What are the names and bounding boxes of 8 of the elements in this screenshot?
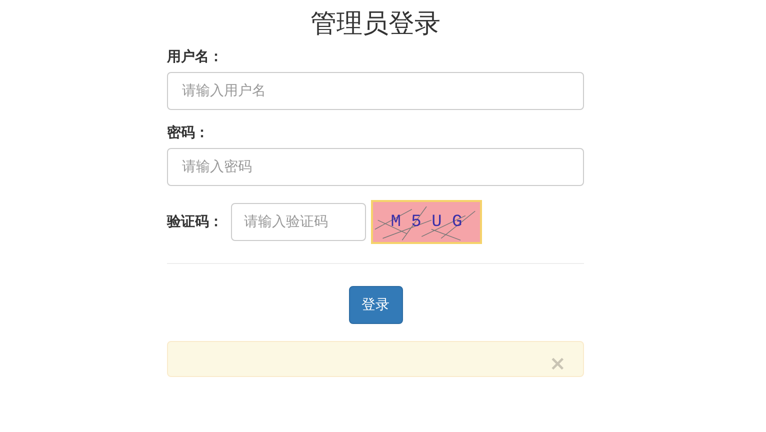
input-field[interactable]: 请输入密码 (167, 148, 584, 186)
input-field[interactable]: 请输入用户名 (167, 72, 584, 110)
field-label: 验证码： (167, 213, 223, 231)
page-title: 管理员登录 (310, 8, 442, 41)
field-label: 用户名： (167, 48, 224, 66)
login-button[interactable]: 登录 (348, 286, 402, 324)
field-label: 密码： (167, 124, 210, 142)
input-field[interactable]: 请输入验证码 (231, 203, 366, 241)
